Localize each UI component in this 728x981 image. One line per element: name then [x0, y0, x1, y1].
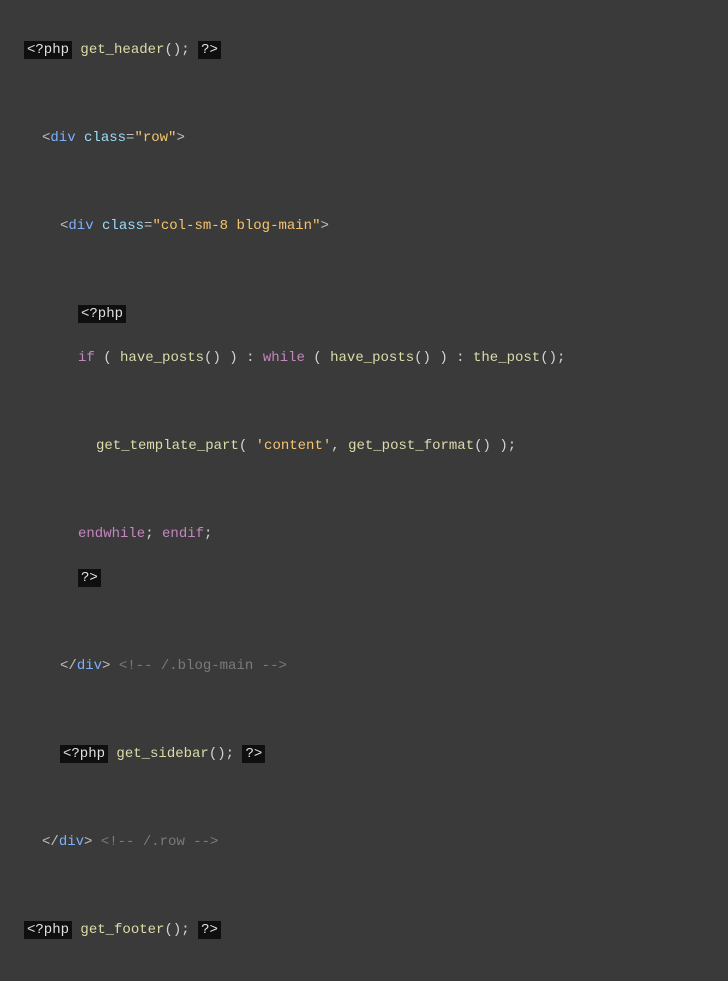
kw: if: [78, 350, 95, 366]
code-line: <?php get_header(); ?>: [24, 39, 704, 62]
func-name: have_posts: [120, 350, 204, 366]
php-open-tag: <?php: [60, 745, 108, 763]
php-open-tag: <?php: [24, 921, 72, 939]
code-line: <div class="row">: [24, 127, 704, 150]
string-literal: 'content': [256, 438, 332, 454]
attr-name: class: [102, 218, 144, 234]
code-line: <div class="col-sm-8 blog-main">: [24, 215, 704, 238]
code-line: [24, 479, 704, 502]
code-line: </div> <!-- /.row -->: [24, 831, 704, 854]
tag-name: div: [50, 130, 75, 146]
kw: endwhile: [78, 526, 145, 542]
php-close-tag: ?>: [198, 41, 221, 59]
kw: endif: [162, 526, 204, 542]
kw: while: [263, 350, 305, 366]
func-name: get_footer: [80, 922, 164, 938]
attr-value: "row": [134, 130, 176, 146]
php-close-tag: ?>: [78, 569, 101, 587]
func-name: get_template_part: [96, 438, 239, 454]
code-line: </div> <!-- /.blog-main -->: [24, 655, 704, 678]
code-line: [24, 171, 704, 194]
code-line: [24, 83, 704, 106]
tag-name: div: [68, 218, 93, 234]
code-line: [24, 699, 704, 722]
code-line: [24, 259, 704, 282]
php-close-tag: ?>: [242, 745, 265, 763]
attr-name: class: [84, 130, 126, 146]
code-line: [24, 611, 704, 634]
code-line: <?php: [24, 303, 704, 326]
func-name: get_post_format: [348, 438, 474, 454]
tag-name: div: [77, 658, 102, 674]
code-line: [24, 391, 704, 414]
php-open-tag: <?php: [24, 41, 72, 59]
func-name: have_posts: [330, 350, 414, 366]
code-line: ?>: [24, 567, 704, 590]
code-line: <?php get_footer(); ?>: [24, 919, 704, 942]
func-name: get_header: [80, 42, 164, 58]
php-close-tag: ?>: [198, 921, 221, 939]
code-line: [24, 787, 704, 810]
code-line: <?php get_sidebar(); ?>: [24, 743, 704, 766]
php-open-tag: <?php: [78, 305, 126, 323]
tag-name: div: [59, 834, 84, 850]
code-line: [24, 875, 704, 898]
code-block: <?php get_header(); ?> <div class="row">…: [0, 0, 728, 981]
attr-value: "col-sm-8 blog-main": [152, 218, 320, 234]
func-name: the_post: [473, 350, 540, 366]
comment: <!-- /.row -->: [101, 834, 219, 850]
comment: <!-- /.blog-main -->: [119, 658, 287, 674]
code-line: get_template_part( 'content', get_post_f…: [24, 435, 704, 458]
func-name: get_sidebar: [116, 746, 208, 762]
code-line: if ( have_posts() ) : while ( have_posts…: [24, 347, 704, 370]
